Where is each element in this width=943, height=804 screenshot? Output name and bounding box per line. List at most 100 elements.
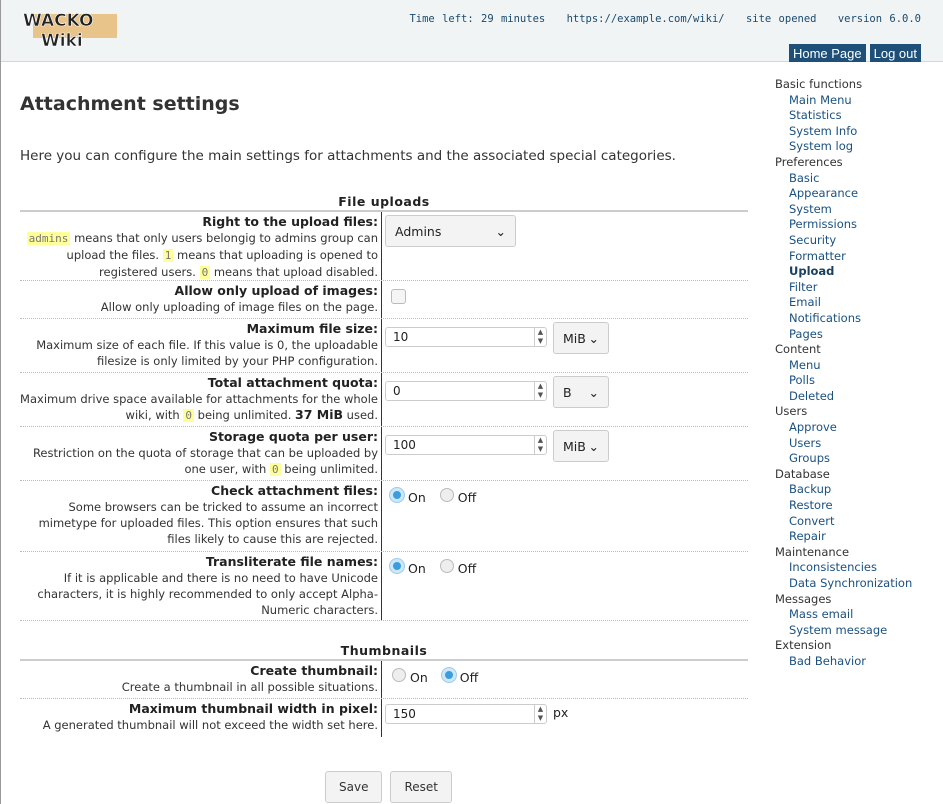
sidebar-item[interactable]: Notifications (775, 311, 912, 327)
label: Create thumbnail: (250, 663, 378, 678)
sidebar-item[interactable]: System log (775, 139, 912, 155)
max-file-size-unit-select[interactable]: MiB ⌄ (553, 322, 609, 354)
sidebar-item[interactable]: Upload (775, 264, 912, 280)
max-file-size-input[interactable]: 10 ▲ ▼ (385, 327, 547, 347)
svg-text:WACKO: WACKO (23, 11, 93, 31)
sidebar-item[interactable]: Polls (775, 373, 912, 389)
value: 10 (393, 330, 409, 344)
wackowiki-logo[interactable]: WACKO Wiki (19, 6, 119, 50)
sidebar-item[interactable]: Pages (775, 327, 912, 343)
sidebar-item[interactable]: Inconsistencies (775, 560, 912, 576)
save-button[interactable]: Save (325, 771, 383, 803)
thumbnail-off-radio[interactable] (441, 668, 456, 682)
transliterate-on-radio[interactable] (390, 559, 404, 573)
unit: MiB (563, 330, 586, 346)
label: Storage quota per user: (208, 429, 378, 444)
sidebar-item[interactable]: Approve (775, 420, 912, 436)
sidebar-item[interactable]: Menu (775, 358, 912, 374)
sidebar-item[interactable]: Security (775, 233, 912, 249)
desc: Allow only uploading of image files on t… (100, 300, 378, 314)
sidebar-item[interactable]: System message (775, 623, 912, 639)
user-quota-unit-select[interactable]: MiB ⌄ (553, 430, 609, 462)
sidebar-item[interactable]: Convert (775, 514, 912, 530)
user-quota-input[interactable]: 100 ▲ ▼ (385, 435, 547, 455)
sidebar-item[interactable]: System Info (775, 124, 912, 140)
sidebar-group: Maintenance (775, 544, 850, 559)
spinner[interactable]: ▲ ▼ (534, 382, 546, 400)
desc: used. (343, 408, 378, 422)
setting-transliterate: Transliterate file names: If it is applic… (20, 552, 748, 621)
selected-value: Admins (395, 223, 442, 239)
home-page-button[interactable]: Home Page (788, 44, 866, 62)
version: version 6.0.0 (837, 13, 921, 25)
thumbnail-on-radio[interactable] (392, 668, 406, 682)
label: Total attachment quota: (207, 375, 378, 390)
value: 150 (393, 707, 416, 721)
time-left: Time left: 29 minutes (409, 13, 546, 25)
desc: If it is applicable and there is no need… (37, 571, 378, 617)
sidebar-item[interactable]: System (775, 202, 912, 218)
radio-label: On (410, 670, 428, 685)
sidebar-item[interactable]: Filter (775, 280, 912, 296)
desc: Some browsers can be tricked to assume a… (38, 500, 378, 546)
sidebar-item[interactable]: Statistics (775, 108, 912, 124)
check-files-off-radio[interactable] (439, 488, 454, 502)
sidebar-item[interactable]: Backup (775, 482, 912, 498)
page-intro: Here you can configure the main settings… (20, 148, 676, 164)
sidebar-item[interactable]: Formatter (775, 249, 912, 265)
reset-button[interactable]: Reset (390, 771, 452, 803)
code: admins (26, 232, 71, 245)
spinner[interactable]: ▲ ▼ (534, 328, 546, 346)
label: Transliterate file names: (205, 554, 378, 569)
header: WACKO Wiki Time left: 29 minutes https:/… (1, 0, 943, 62)
sidebar-item[interactable]: Groups (775, 451, 912, 467)
label: Maximum thumbnail width in pixel: (128, 701, 378, 716)
site-status: site opened (745, 13, 817, 25)
setting-user-quota: Storage quota per user: Restriction on th… (20, 427, 748, 481)
chevron-down-icon: ⌄ (495, 223, 506, 239)
site-url[interactable]: https://example.com/wiki/ (567, 13, 725, 25)
unit: MiB (563, 438, 586, 454)
sidebar-item[interactable]: Users (775, 436, 912, 452)
sidebar-item[interactable]: Appearance (775, 186, 912, 202)
sidebar-item[interactable]: Restore (775, 498, 912, 514)
total-quota-input[interactable]: 0 ▲ ▼ (385, 381, 547, 401)
setting-images-only: Allow only upload of images: Allow only u… (20, 281, 748, 319)
thumbnail-width-input[interactable]: 150 ▲ ▼ (385, 704, 547, 724)
sidebar-group: Preferences (775, 154, 843, 169)
value: 0 (393, 384, 401, 398)
images-only-checkbox[interactable] (391, 289, 406, 304)
sidebar-item[interactable]: Permissions (775, 217, 912, 233)
label: Allow only upload of images: (174, 283, 378, 298)
sidebar-item[interactable]: Mass email (775, 607, 912, 623)
sidebar-item[interactable]: Deleted (775, 389, 912, 405)
total-quota-unit-select[interactable]: B ⌄ (553, 376, 609, 408)
sidebar-item[interactable]: Email (775, 295, 912, 311)
radio-label: Off (457, 561, 477, 576)
sidebar-item[interactable]: Basic (775, 171, 912, 187)
sidebar-item[interactable]: Repair (775, 529, 912, 545)
check-files-on-radio[interactable] (390, 488, 404, 502)
code: 1 (162, 249, 174, 262)
desc: Maximum size of each file. If this value… (36, 338, 378, 368)
setting-max-file-size: Maximum file size: Maximum size of each f… (20, 319, 748, 373)
code: 0 (199, 266, 211, 279)
sidebar-group: Users (775, 404, 808, 419)
sidebar-group: Messages (775, 591, 832, 606)
spinner[interactable]: ▲ ▼ (534, 436, 546, 454)
desc: Create a thumbnail in all possible situa… (121, 680, 378, 694)
sidebar-group: Basic functions (775, 77, 863, 91)
desc: being unlimited. (194, 408, 296, 422)
sidebar-item[interactable]: Main Menu (775, 93, 912, 109)
sidebar-item[interactable]: Bad Behavior (775, 654, 912, 670)
log-out-button[interactable]: Log out (869, 44, 921, 62)
chevron-down-icon: ⌄ (588, 384, 599, 400)
sidebar-item[interactable]: Data Synchronization (775, 576, 912, 592)
radio-label: On (408, 561, 426, 576)
upload-right-select[interactable]: Admins ⌄ (385, 215, 516, 247)
spinner[interactable]: ▲ ▼ (534, 705, 546, 723)
desc: being unlimited. (280, 462, 378, 476)
radio-label: Off (459, 670, 479, 685)
desc: A generated thumbnail will not exceed th… (42, 718, 378, 732)
transliterate-off-radio[interactable] (439, 559, 454, 573)
